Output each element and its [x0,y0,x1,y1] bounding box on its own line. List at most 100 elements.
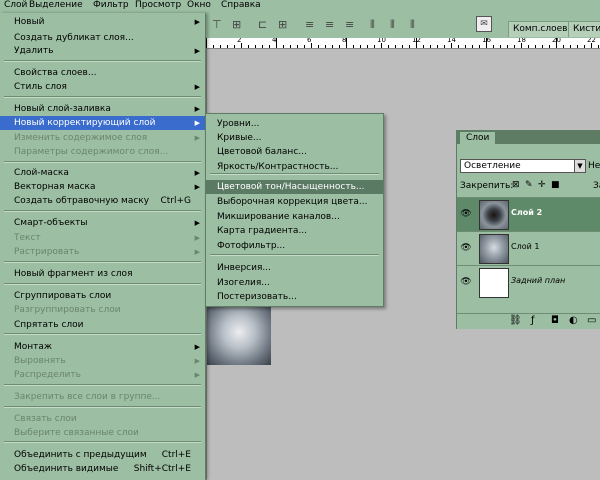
lock-all-icon[interactable]: ■ [551,180,560,190]
menu-item-label: Параметры содержимого слоя... [14,147,169,157]
menu-item-label: Изменить содержимое слоя [14,133,148,143]
menu-item[interactable]: Создать обтравочную маску Ctrl+G [0,194,205,208]
ruler-tick [458,45,459,48]
menu-item[interactable]: Стиль слоя ▶ [0,80,205,94]
blend-mode-select[interactable]: Осветление ▼ [460,159,586,173]
ruler-tick [290,45,291,48]
submenu-item-label: Яркость/Контрастность... [217,162,339,172]
layer-mask-icon[interactable]: ◘ [551,315,559,327]
menu-item-label: Слой-маска [14,168,69,178]
ruler-tick [563,45,564,48]
eye-icon[interactable]: 👁 [459,207,473,221]
tab-layer-comps[interactable]: Комп.слоев [508,21,573,37]
lock-pixels-icon[interactable]: ✎ [525,180,533,190]
menu-separator [4,210,201,212]
bridge-icon[interactable]: ✉ [476,16,492,32]
ruler-tick [479,45,480,48]
distribute-left-icon[interactable]: ⦀ [370,18,375,32]
menu-item-label: Выровнять [14,356,66,366]
menu-item[interactable]: Векторная маска ▶ [0,180,205,194]
align-hcenter-icon[interactable]: ⊞ [278,18,287,32]
ruler-tick [402,45,403,48]
menu-item: Разгруппировать слои [0,303,205,317]
ruler-tick [227,45,228,48]
menu-item[interactable]: Смарт-объекты ▶ [0,216,205,230]
menu-item[interactable]: Удалить ▶ [0,44,205,58]
lock-transparency-icon[interactable]: ⊠ [512,180,520,190]
menu-item[interactable]: Объединить с предыдущим Ctrl+E [0,448,205,462]
submenu-item[interactable]: Фотофильтр... [206,239,383,253]
distribute-top-icon[interactable]: ≡ [305,18,314,32]
tab-brushes[interactable]: Кисти [568,21,600,37]
menu-select[interactable]: Выделение [29,0,83,11]
eye-icon[interactable]: 👁 [459,241,473,255]
submenu-item[interactable]: Изогелия... [206,276,383,290]
menu-item[interactable]: Создать дубликат слоя... [0,31,205,45]
menu-item-label: Новый корректирующий слой [14,118,156,128]
link-layers-icon[interactable]: ⛓ [509,315,522,327]
submenu-item[interactable]: Карта градиента... [206,224,383,238]
menu-item[interactable]: Слой-маска ▶ [0,166,205,180]
chevron-down-icon[interactable]: ▼ [574,160,585,172]
submenu-item-label: Постеризовать... [217,292,297,302]
menu-separator [4,60,201,62]
submenu-item[interactable]: Инверсия... [206,261,383,275]
submenu-item[interactable]: Яркость/Контрастность... [206,160,383,174]
menu-item[interactable]: Новый ▶ [0,15,205,29]
menu-item-shortcut: Ctrl+E [161,450,191,460]
submenu-item[interactable]: Уровни... [206,117,383,131]
menu-item[interactable]: Спрятать слои [0,318,205,332]
submenu-item[interactable]: Выборочная коррекция цвета... [206,195,383,209]
menu-separator [4,406,201,408]
menu-item-label: Создать дубликат слоя... [14,33,134,43]
menu-separator [4,333,201,335]
align-top-icon[interactable]: ⊤ [212,18,222,32]
distribute-bottom-icon[interactable]: ≡ [345,18,354,32]
eye-icon[interactable]: 👁 [459,275,473,289]
menu-item[interactable]: Новый слой-заливка ▶ [0,102,205,116]
layer-row[interactable]: 👁 Задний план [457,265,600,299]
submenu-arrow-icon: ▶ [194,47,200,55]
ruler-tick [528,45,529,48]
ruler-label: 8 [342,38,347,44]
layer-row[interactable]: 👁 Слой 1 [457,231,600,265]
lock-position-icon[interactable]: ✛ [538,180,546,190]
submenu-item[interactable]: Цветовой баланс... [206,145,383,159]
menu-item[interactable]: Объединить видимые Shift+Ctrl+E [0,462,205,476]
tab-layers[interactable]: Слои [460,132,496,144]
ruler-label: 18 [517,38,526,44]
menu-item: Выберите связанные слои [0,426,205,440]
menu-item-label: Векторная маска [14,182,96,192]
menu-item: Закрепить все слои в группе... [0,390,205,404]
menu-item[interactable]: Сгруппировать слои [0,289,205,303]
menu-item[interactable]: Новый корректирующий слой ▶ [0,116,205,130]
menu-view[interactable]: Просмотр [135,0,181,11]
distribute-hcenter-icon[interactable]: ⦀ [390,18,395,32]
horizontal-ruler: 2 4 6 8 10 12 14 16 18 20 22 [206,38,600,49]
layer-row[interactable]: 👁 Слой 2 [457,197,600,231]
layer-style-icon[interactable]: ƒ [531,315,535,327]
submenu-item-label: Инверсия... [217,263,271,273]
menu-item[interactable]: Монтаж ▶ [0,340,205,354]
submenu-item[interactable]: Микширование каналов... [206,210,383,224]
menu-item[interactable]: Свойства слоев... [0,66,205,80]
distribute-vcenter-icon[interactable]: ≡ [325,18,334,32]
new-group-icon[interactable]: ▭ [587,315,596,327]
menu-window[interactable]: Окно [187,0,211,11]
menu-item: Растрировать ▶ [0,245,205,259]
menu-filter[interactable]: Фильтр [93,0,129,11]
menu-help[interactable]: Справка [221,0,261,11]
menu-item-label: Сгруппировать слои [14,291,112,301]
submenu-arrow-icon: ▶ [194,357,200,365]
align-left-icon[interactable]: ⊏ [258,18,267,32]
menu-item-label: Стиль слоя [14,82,67,92]
align-vcenter-icon[interactable]: ⊞ [232,18,241,32]
ruler-tick [507,45,508,48]
submenu-item[interactable]: Постеризовать... [206,290,383,304]
submenu-item[interactable]: Кривые... [206,131,383,145]
distribute-right-icon[interactable]: ⦀ [410,18,415,32]
adjustment-layer-icon[interactable]: ◐ [569,315,578,327]
submenu-item[interactable]: Цветовой тон/Насыщенность... [206,180,383,194]
menu-item[interactable]: Новый фрагмент из слоя [0,267,205,281]
menu-layer[interactable]: Слой [4,0,27,11]
